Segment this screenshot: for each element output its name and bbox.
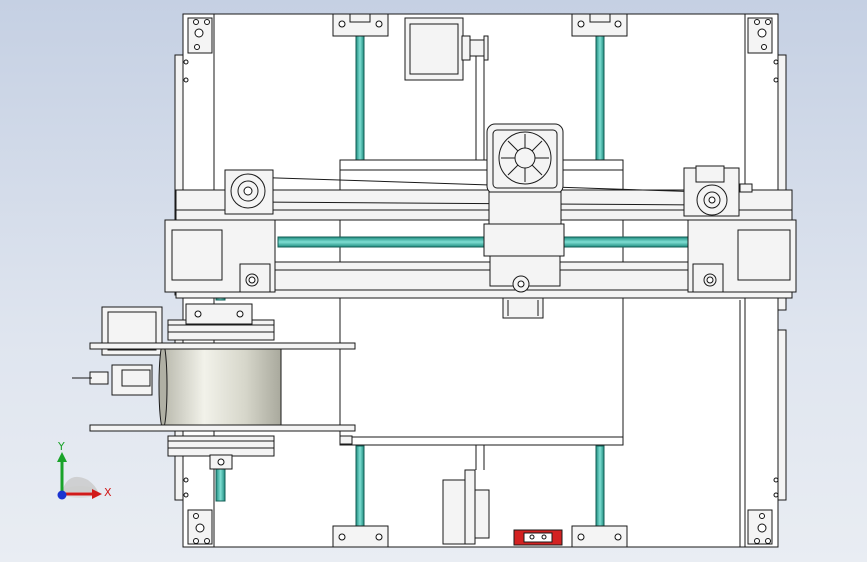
endstop-switch <box>513 529 563 546</box>
x-end-right <box>687 219 797 293</box>
cad-viewport[interactable]: Y X <box>0 0 867 562</box>
x-axis-label: X <box>104 486 112 499</box>
extruder-motor <box>72 306 163 396</box>
axis-triad: Y X <box>57 440 112 500</box>
left-idler <box>224 169 274 215</box>
x-end-left <box>164 219 276 293</box>
y-axis-label: Y <box>57 440 65 453</box>
cad-drawing: Y X <box>57 13 797 548</box>
